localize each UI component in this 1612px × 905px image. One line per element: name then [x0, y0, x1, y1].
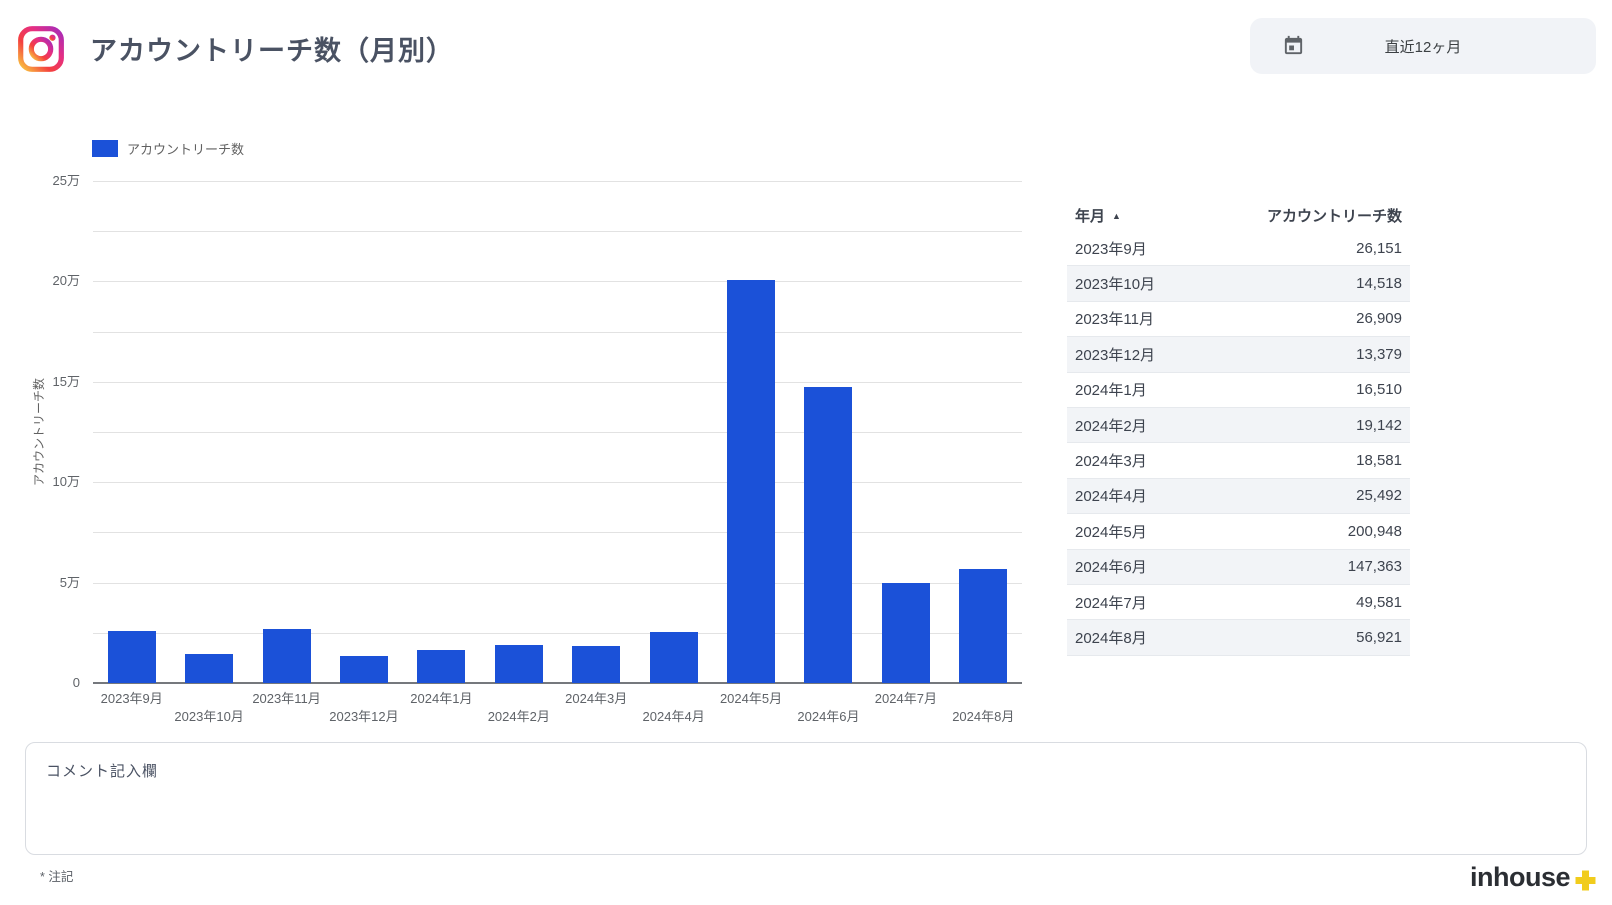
table-row[interactable]: 2023年10月14,518: [1067, 266, 1410, 301]
table-row[interactable]: 2024年5月200,948: [1067, 514, 1410, 549]
bar-2023年9月[interactable]: [108, 631, 156, 684]
table-header-month[interactable]: 年月 ▲: [1067, 205, 1267, 226]
plus-icon: [1575, 870, 1596, 891]
x-axis-tick-label: 2023年12月: [302, 706, 426, 725]
table-cell-value: 19,142: [1356, 417, 1410, 434]
table-cell-value: 25,492: [1356, 487, 1410, 504]
gridline: [93, 281, 1022, 282]
x-axis-tick-label: 2024年3月: [534, 688, 658, 707]
chart-legend: アカウントリーチ数: [92, 139, 244, 158]
table-row[interactable]: 2024年1月16,510: [1067, 373, 1410, 408]
table-cell-value: 147,363: [1348, 558, 1410, 575]
x-axis-tick-label: 2024年1月: [379, 688, 503, 707]
bar-2023年10月[interactable]: [185, 654, 233, 683]
table-cell-month: 2023年12月: [1067, 344, 1356, 365]
report-canvas: アカウントリーチ数（月別） 直近12ヶ月 アカウントリーチ数 アカウントリーチ数…: [0, 0, 1612, 905]
table-cell-month: 2023年11月: [1067, 308, 1356, 329]
y-axis-title: アカウントリーチ数: [31, 322, 47, 542]
bar-2024年6月[interactable]: [804, 387, 852, 683]
table-row[interactable]: 2023年9月26,151: [1067, 231, 1410, 266]
table-row[interactable]: 2024年4月25,492: [1067, 479, 1410, 514]
table-cell-month: 2024年5月: [1067, 521, 1348, 542]
y-axis-tick-label: 10万: [16, 474, 80, 490]
x-axis-tick-label: 2024年4月: [612, 706, 736, 725]
bar-2024年8月[interactable]: [959, 569, 1007, 683]
calendar-icon: [1282, 34, 1305, 60]
bar-2024年1月[interactable]: [417, 650, 465, 683]
gridline: [93, 231, 1022, 232]
inhouse-logo: inhouse: [1470, 862, 1596, 893]
page-title: アカウントリーチ数（月別）: [90, 29, 454, 68]
table-row[interactable]: 2024年8月56,921: [1067, 620, 1410, 655]
date-range-button[interactable]: 直近12ヶ月: [1250, 18, 1596, 74]
gridline: [93, 181, 1022, 182]
gridline: [93, 432, 1022, 433]
table-cell-month: 2023年10月: [1067, 273, 1356, 294]
table-row[interactable]: 2023年11月26,909: [1067, 302, 1410, 337]
instagram-icon: [16, 24, 66, 74]
x-axis-tick-label: 2023年9月: [70, 688, 194, 707]
bar-2023年12月[interactable]: [340, 656, 388, 683]
y-axis-tick-label: 25万: [16, 173, 80, 189]
table-cell-value: 200,948: [1348, 523, 1410, 540]
table-row[interactable]: 2023年12月13,379: [1067, 337, 1410, 372]
table-row[interactable]: 2024年2月19,142: [1067, 408, 1410, 443]
x-axis-tick-label: 2023年10月: [147, 706, 271, 725]
inhouse-logo-text: inhouse: [1470, 862, 1570, 893]
legend-label: アカウントリーチ数: [127, 139, 244, 158]
bar-2024年7月[interactable]: [882, 583, 930, 683]
comment-input[interactable]: [25, 742, 1587, 855]
table-cell-month: 2024年8月: [1067, 627, 1356, 648]
x-axis-tick-label: 2023年11月: [225, 688, 349, 707]
table-cell-month: 2024年2月: [1067, 415, 1356, 436]
table-cell-month: 2024年7月: [1067, 592, 1356, 613]
table-cell-month: 2023年9月: [1067, 238, 1356, 259]
table-cell-value: 13,379: [1356, 346, 1410, 363]
table-row[interactable]: 2024年7月49,581: [1067, 585, 1410, 620]
table-cell-value: 26,151: [1356, 240, 1410, 257]
bar-2024年3月[interactable]: [572, 646, 620, 683]
bar-2024年2月[interactable]: [495, 645, 543, 683]
table-cell-month: 2024年3月: [1067, 450, 1356, 471]
table-cell-month: 2024年1月: [1067, 379, 1356, 400]
data-table: 年月 ▲ アカウントリーチ数 2023年9月26,1512023年10月14,5…: [1067, 200, 1410, 656]
y-axis-tick-label: 15万: [16, 374, 80, 390]
table-cell-month: 2024年4月: [1067, 485, 1356, 506]
x-axis-tick-label: 2024年6月: [766, 706, 890, 725]
legend-swatch: [92, 140, 118, 157]
gridline: [93, 382, 1022, 383]
x-axis-tick-label: 2024年7月: [844, 688, 968, 707]
gridline: [93, 482, 1022, 483]
table-header-value[interactable]: アカウントリーチ数: [1267, 205, 1410, 226]
table-cell-value: 16,510: [1356, 381, 1410, 398]
gridline: [93, 532, 1022, 533]
sort-ascending-icon: ▲: [1112, 211, 1121, 221]
x-axis-tick-label: 2024年8月: [921, 706, 1045, 725]
table-cell-value: 56,921: [1356, 629, 1410, 646]
y-axis-tick-label: 20万: [16, 273, 80, 289]
table-cell-value: 26,909: [1356, 310, 1410, 327]
gridline: [93, 332, 1022, 333]
bar-2023年11月[interactable]: [263, 629, 311, 683]
table-row[interactable]: 2024年3月18,581: [1067, 443, 1410, 478]
table-cell-month: 2024年6月: [1067, 556, 1348, 577]
bar-chart-plot-area: アカウントリーチ数 05万10万15万20万25万2023年9月2023年10月…: [93, 181, 1022, 683]
bar-2024年4月[interactable]: [650, 632, 698, 683]
table-cell-value: 49,581: [1356, 594, 1410, 611]
table-cell-value: 18,581: [1356, 452, 1410, 469]
table-header-row: 年月 ▲ アカウントリーチ数: [1067, 200, 1410, 231]
table-cell-value: 14,518: [1356, 275, 1410, 292]
table-body: 2023年9月26,1512023年10月14,5182023年11月26,90…: [1067, 231, 1410, 656]
y-axis-tick-label: 5万: [16, 575, 80, 591]
x-axis-tick-label: 2024年2月: [457, 706, 581, 725]
footnote: * 注記: [40, 866, 73, 885]
bar-2024年5月[interactable]: [727, 280, 775, 684]
x-axis-tick-label: 2024年5月: [689, 688, 813, 707]
table-row[interactable]: 2024年6月147,363: [1067, 550, 1410, 585]
